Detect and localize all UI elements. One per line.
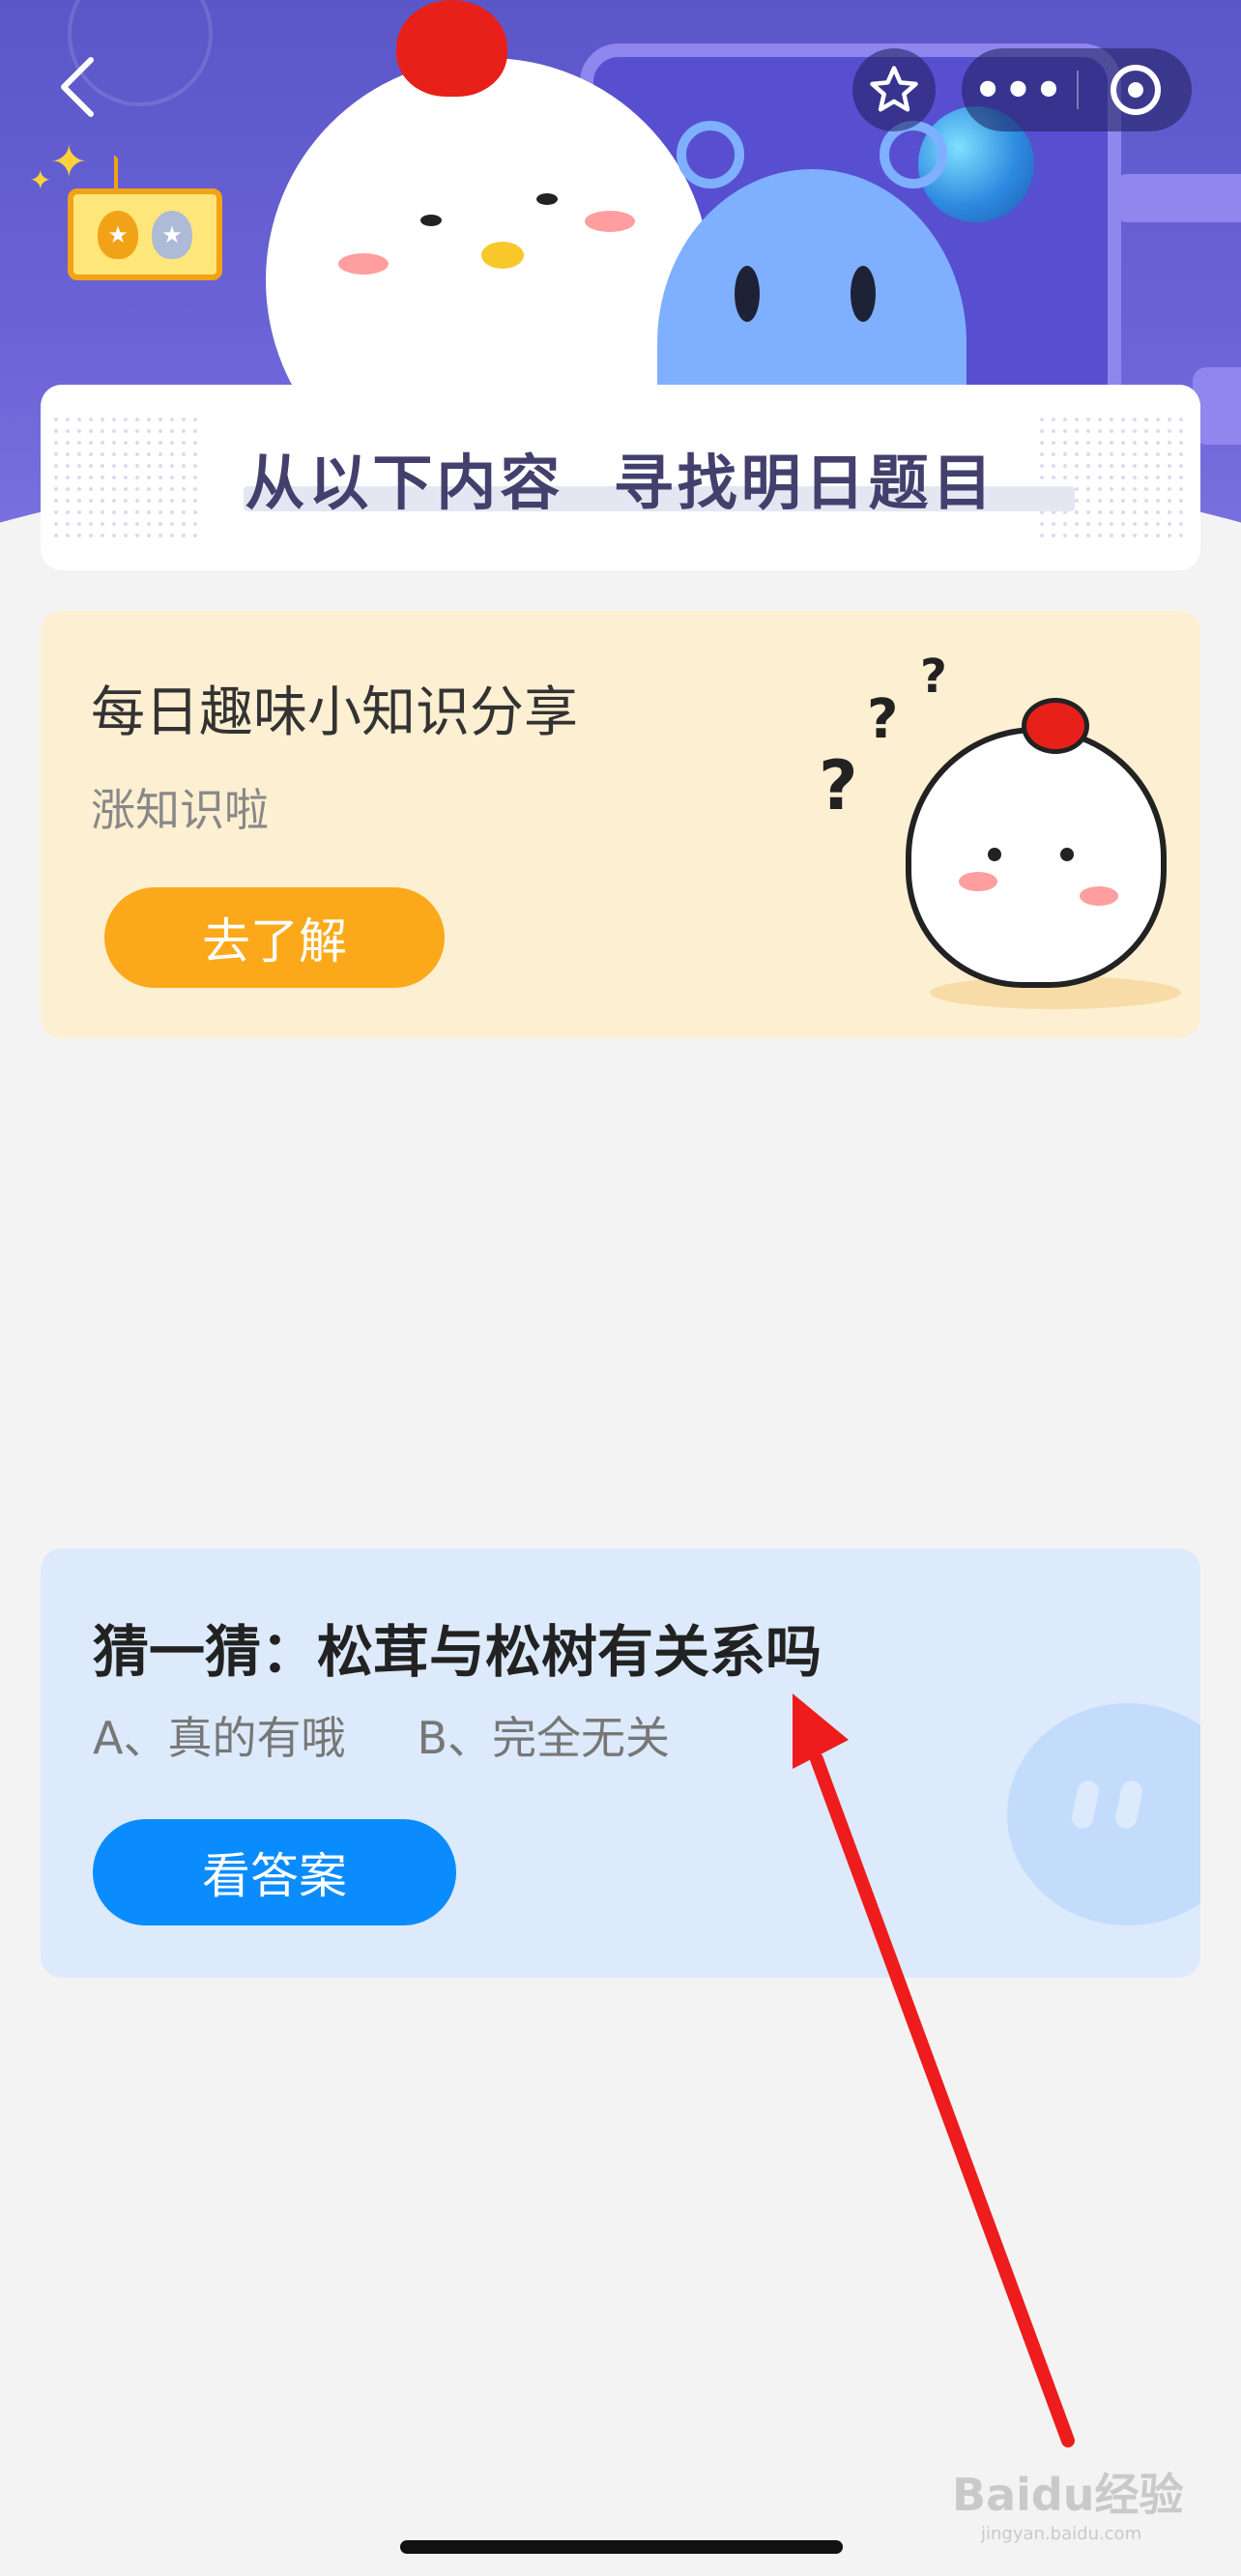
ellipsis-icon: ••• — [973, 64, 1065, 116]
dot-pattern — [1036, 414, 1191, 539]
chick-eye — [988, 848, 1001, 861]
silver-medal-icon: ★ — [152, 210, 192, 259]
alien-eye — [851, 266, 876, 322]
favorite-button[interactable] — [852, 48, 936, 131]
medal-board: ★ ★ — [68, 188, 222, 280]
chevron-left-icon — [61, 57, 94, 117]
chick-comb — [396, 0, 507, 97]
target-icon — [1110, 65, 1161, 115]
confused-chick-illustration: ? ? ? — [814, 640, 1181, 1027]
sparkle-icon: ✦ — [29, 164, 52, 196]
question-mark-icon: ? — [819, 746, 858, 825]
chick-eye — [1060, 848, 1074, 861]
knowledge-title: 每日趣味小知识分享 — [91, 681, 578, 744]
option-b: B、完全无关 — [417, 1712, 671, 1764]
decor-side-bar — [1115, 174, 1241, 222]
star-icon — [870, 66, 918, 112]
option-a: A、真的有哦 — [93, 1712, 346, 1764]
home-indicator[interactable] — [400, 2540, 843, 2554]
banner-title-card: 从以下内容 寻找明日题目 — [41, 385, 1200, 570]
alien-eye — [735, 266, 760, 322]
chick-cheek — [585, 211, 635, 232]
mini-program-capsule: ••• — [962, 48, 1192, 131]
view-answer-button[interactable]: 看答案 — [93, 1819, 456, 1925]
chick-comb — [1022, 698, 1089, 754]
question-title: 猜一猜：松茸与松树有关系吗 — [93, 1619, 823, 1685]
back-button[interactable] — [48, 57, 106, 117]
chick-eye — [536, 193, 558, 205]
chick-cheek — [959, 872, 997, 891]
gold-medal-icon: ★ — [98, 210, 138, 259]
board-hanger — [114, 155, 176, 193]
more-button[interactable]: ••• — [962, 48, 1077, 131]
question-mark-icon: ? — [920, 650, 947, 704]
baidu-watermark: Baidu经验 jingyan.baidu.com — [952, 2469, 1184, 2544]
question-mark-icon: ? — [867, 688, 899, 751]
alien-antenna — [677, 121, 744, 188]
learn-more-button[interactable]: 去了解 — [104, 887, 445, 988]
question-card[interactable]: 猜一猜：松茸与松树有关系吗 A、真的有哦 B、完全无关 看答案 — [41, 1548, 1200, 1978]
chick-body — [906, 727, 1167, 988]
chick-cheek — [1080, 886, 1118, 906]
close-button[interactable] — [1079, 48, 1192, 131]
chick-beak — [481, 242, 524, 269]
chick-cheek — [338, 253, 389, 275]
chick-eye — [420, 215, 442, 226]
knowledge-subtitle: 涨知识啦 — [91, 784, 269, 836]
chat-bubble-icon — [1007, 1703, 1200, 1925]
banner-title: 从以下内容 寻找明日题目 — [245, 448, 996, 518]
knowledge-card[interactable]: 每日趣味小知识分享 涨知识啦 去了解 ? ? ? — [41, 611, 1200, 1038]
sparkle-icon: ✦ — [50, 135, 88, 188]
dot-pattern — [50, 414, 205, 539]
question-options: A、真的有哦 B、完全无关 — [93, 1703, 670, 1767]
